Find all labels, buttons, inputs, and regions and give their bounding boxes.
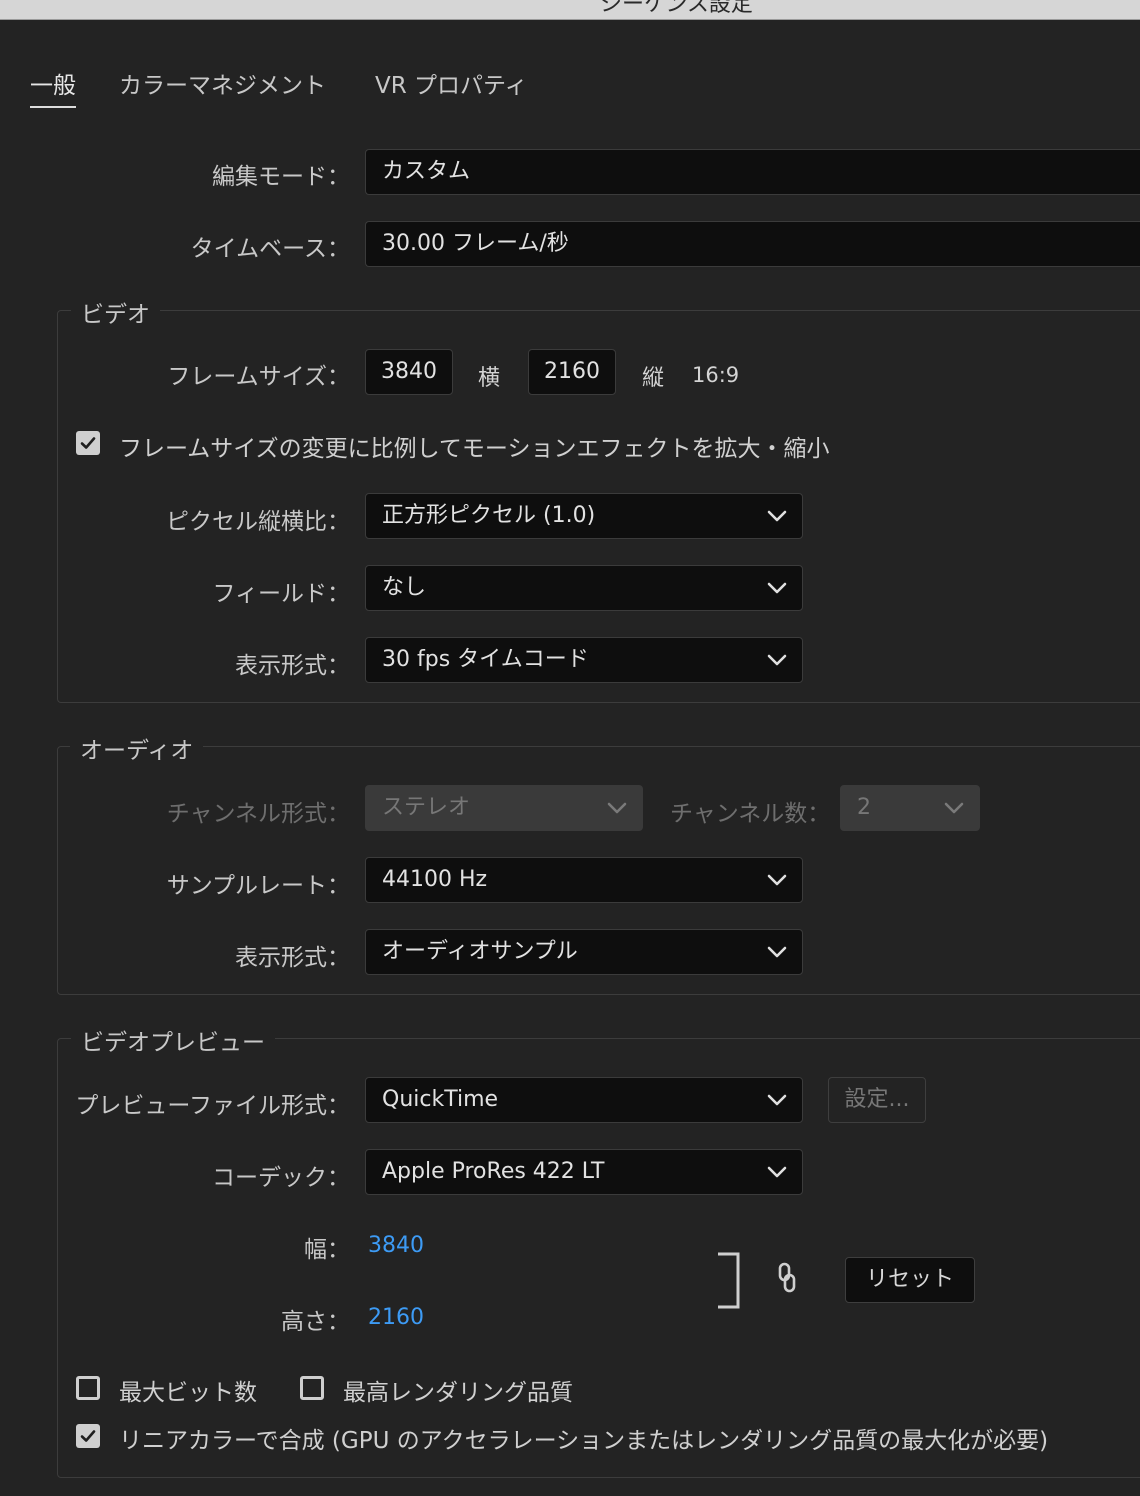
audio-display-format-value: オーディオサンプル (382, 939, 578, 964)
timebase-select[interactable]: 30.00 フレーム/秒 (365, 221, 1140, 267)
frame-height-value: 2160 (544, 359, 600, 384)
codec-label: コーデック： (212, 1165, 350, 1191)
pixel-aspect-label: ピクセル縦横比： (166, 509, 350, 535)
frame-width-input[interactable]: 3840 (365, 349, 453, 395)
chevron-down-icon (767, 582, 787, 594)
fields-label: フィールド： (212, 581, 350, 607)
preview-file-format-select[interactable]: QuickTime (365, 1077, 803, 1123)
fields-select[interactable]: なし (365, 565, 803, 611)
pixel-aspect-select[interactable]: 正方形ピクセル (1.0) (365, 493, 803, 539)
pixel-aspect-value: 正方形ピクセル (1.0) (382, 503, 596, 528)
chevron-down-icon (767, 510, 787, 522)
checkmark-icon (80, 437, 96, 449)
channel-count-value: 2 (857, 795, 871, 820)
aspect-ratio-text: 16:9 (692, 363, 740, 387)
tab-general[interactable]: 一般 (30, 66, 76, 108)
chevron-down-icon (767, 946, 787, 958)
sample-rate-select[interactable]: 44100 Hz (365, 857, 803, 903)
preview-height-value[interactable]: 2160 (368, 1305, 424, 1330)
channel-count-select[interactable]: 2 (840, 785, 980, 831)
scale-motion-checkbox[interactable] (76, 431, 100, 455)
video-preview-group-title: ビデオプレビュー (71, 1023, 275, 1057)
codec-select[interactable]: Apple ProRes 422 LT (365, 1149, 803, 1195)
title-bar: シーケンス設定 (0, 0, 1140, 20)
sample-rate-value: 44100 Hz (382, 867, 488, 892)
linear-color-label: リニアカラーで合成 (GPU のアクセラレーションまたはレンダリング品質の最大化… (119, 1428, 1049, 1454)
frame-width-value: 3840 (381, 359, 437, 384)
channel-format-value: ステレオ (382, 795, 471, 820)
preview-width-value[interactable]: 3840 (368, 1233, 424, 1258)
timebase-label: タイムベース： (190, 236, 350, 262)
preview-settings-button[interactable]: 設定... (828, 1077, 926, 1123)
horizontal-label: 横 (478, 366, 501, 391)
bracket-icon (718, 1252, 740, 1309)
max-render-quality-label: 最高レンダリング品質 (343, 1380, 573, 1406)
link-icon[interactable] (776, 1262, 798, 1294)
linear-color-checkbox[interactable] (76, 1424, 100, 1448)
tab-vr-properties[interactable]: VR プロパティ (375, 66, 528, 100)
sample-rate-label: サンプルレート： (166, 873, 350, 899)
video-display-format-label: 表示形式： (235, 653, 350, 679)
window-title: シーケンス設定 (600, 0, 753, 17)
max-bit-depth-checkbox[interactable] (76, 1376, 100, 1400)
video-group-title: ビデオ (71, 295, 160, 329)
preview-file-format-value: QuickTime (382, 1087, 499, 1112)
checkmark-icon (80, 1430, 96, 1442)
edit-mode-select[interactable]: カスタム (365, 149, 1140, 195)
fields-value: なし (382, 575, 427, 600)
chevron-down-icon (944, 802, 964, 814)
preview-height-label: 高さ： (281, 1309, 350, 1335)
scale-motion-label: フレームサイズの変更に比例してモーションエフェクトを拡大・縮小 (119, 436, 830, 462)
channel-count-label: チャンネル数： (670, 801, 831, 827)
timebase-value: 30.00 フレーム/秒 (382, 231, 569, 256)
frame-size-label: フレームサイズ： (167, 364, 350, 390)
preview-width-label: 幅： (304, 1237, 350, 1263)
channel-format-select[interactable]: ステレオ (365, 785, 643, 831)
audio-display-format-select[interactable]: オーディオサンプル (365, 929, 803, 975)
max-bit-depth-label: 最大ビット数 (119, 1380, 257, 1406)
edit-mode-value: カスタム (382, 159, 471, 184)
video-display-format-select[interactable]: 30 fps タイムコード (365, 637, 803, 683)
audio-display-format-label: 表示形式： (235, 945, 350, 971)
tab-color-management[interactable]: カラーマネジメント (119, 66, 326, 100)
chevron-down-icon (767, 1094, 787, 1106)
edit-mode-label: 編集モード： (212, 164, 350, 190)
max-render-quality-checkbox[interactable] (300, 1376, 324, 1400)
frame-height-input[interactable]: 2160 (528, 349, 616, 395)
codec-value: Apple ProRes 422 LT (382, 1159, 605, 1184)
chevron-down-icon (607, 802, 627, 814)
reset-button[interactable]: リセット (845, 1257, 975, 1303)
channel-format-label: チャンネル形式： (166, 801, 350, 827)
chevron-down-icon (767, 874, 787, 886)
audio-group-title: オーディオ (70, 731, 204, 765)
preview-file-format-label: プレビューファイル形式： (75, 1093, 350, 1119)
chevron-down-icon (767, 654, 787, 666)
video-display-format-value: 30 fps タイムコード (382, 647, 589, 672)
chevron-down-icon (767, 1166, 787, 1178)
vertical-label: 縦 (642, 366, 665, 391)
